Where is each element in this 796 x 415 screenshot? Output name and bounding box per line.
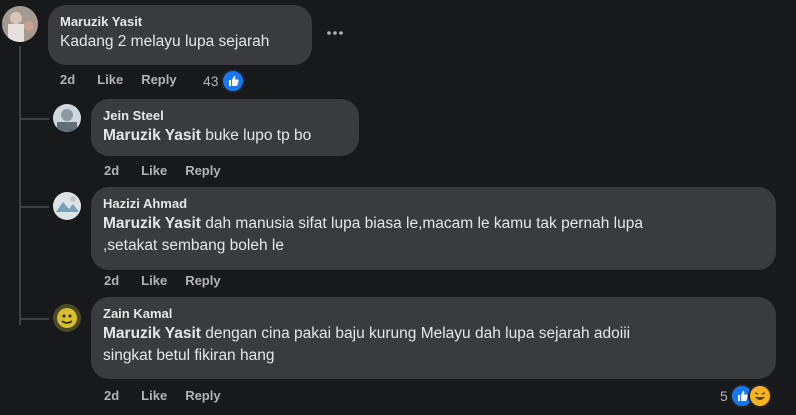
reply-button[interactable]: Reply: [185, 273, 220, 288]
more-options-button[interactable]: [326, 20, 344, 41]
thread-branch-1: [19, 118, 49, 120]
reply-timestamp[interactable]: 2d: [104, 163, 119, 178]
reply-text-line: Maruzik Yasit dengan cina pakai baju kur…: [103, 323, 764, 345]
reply-actions: 2d Like Reply: [104, 163, 239, 178]
reply-actions: 2d Like Reply: [104, 273, 239, 288]
reply-text: dah manusia sifat lupa biasa le,macam le…: [205, 215, 643, 232]
reply-text-line: Maruzik Yasit dah manusia sifat lupa bia…: [103, 213, 764, 235]
mention-link[interactable]: Maruzik Yasit: [103, 127, 201, 144]
reply-actions: 2d Like Reply: [104, 388, 239, 403]
reply-text: dengan cina pakai baju kurung Melayu dah…: [205, 325, 631, 342]
reply-bubble: Jein Steel Maruzik Yasit buke lupo tp bo: [91, 99, 359, 156]
reply-timestamp[interactable]: 2d: [104, 273, 119, 288]
comment-actions: 2d Like Reply: [60, 72, 195, 87]
reply-text-line-2: singkat betul fikiran hang: [103, 347, 275, 364]
reaction-summary[interactable]: 5: [720, 384, 772, 408]
profile-photo-icon: [2, 6, 38, 42]
avatar[interactable]: [53, 304, 81, 332]
like-button[interactable]: Like: [141, 388, 167, 403]
thread-branch-2: [19, 206, 49, 208]
haha-reaction-icon: [747, 384, 772, 408]
reaction-count: 43: [203, 73, 219, 89]
comment-timestamp[interactable]: 2d: [60, 72, 75, 87]
reply-text-line: Maruzik Yasit buke lupo tp bo: [103, 125, 347, 147]
reply-button[interactable]: Reply: [141, 72, 176, 87]
profile-photo-icon: [53, 104, 81, 132]
reply-text: buke lupo tp bo: [205, 127, 312, 144]
reply-author[interactable]: Zain Kamal: [103, 305, 764, 323]
thread-line-main: [19, 46, 21, 325]
reply-author[interactable]: Jein Steel: [103, 107, 347, 125]
profile-photo-icon: [53, 304, 81, 332]
reply-bubble: Hazizi Ahmad Maruzik Yasit dah manusia s…: [91, 187, 776, 270]
like-button[interactable]: Like: [141, 273, 167, 288]
comment-author[interactable]: Maruzik Yasit: [60, 13, 300, 31]
reply-timestamp[interactable]: 2d: [104, 388, 119, 403]
reply-button[interactable]: Reply: [185, 388, 220, 403]
mention-link[interactable]: Maruzik Yasit: [103, 215, 201, 232]
mention-link[interactable]: Maruzik Yasit: [103, 325, 201, 342]
avatar[interactable]: [53, 192, 81, 220]
like-reaction-icon: [220, 69, 245, 93]
reply-button[interactable]: Reply: [185, 163, 220, 178]
profile-photo-icon: [53, 192, 81, 220]
like-button[interactable]: Like: [97, 72, 123, 87]
like-button[interactable]: Like: [141, 163, 167, 178]
avatar[interactable]: [2, 6, 38, 42]
thread-branch-3: [19, 318, 49, 320]
reaction-summary[interactable]: 43: [203, 69, 245, 93]
reply-bubble: Zain Kamal Maruzik Yasit dengan cina pak…: [91, 297, 776, 379]
reply-author[interactable]: Hazizi Ahmad: [103, 195, 764, 213]
reaction-count: 5: [720, 388, 728, 404]
avatar[interactable]: [53, 104, 81, 132]
comment-text: Kadang 2 melayu lupa sejarah: [60, 33, 270, 50]
reply-text-line-2: ,setakat sembang boleh le: [103, 237, 284, 254]
more-dots-icon: [327, 31, 343, 35]
comment-bubble: Maruzik Yasit Kadang 2 melayu lupa sejar…: [48, 5, 312, 65]
